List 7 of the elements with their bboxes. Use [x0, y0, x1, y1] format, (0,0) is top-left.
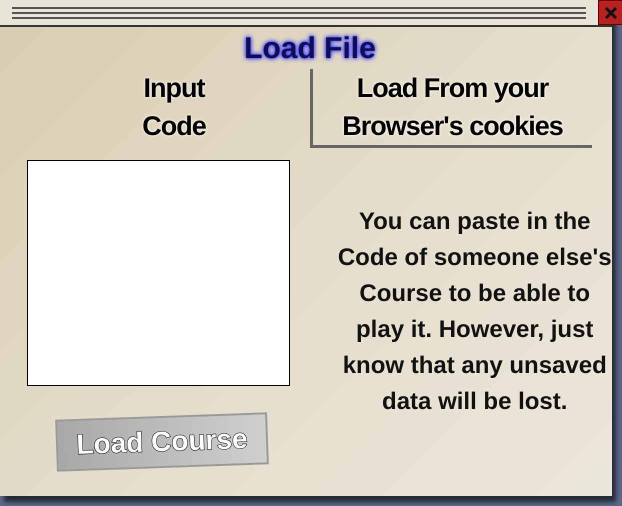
close-button[interactable] [598, 0, 622, 25]
tab[interactable]: Input Code [4, 69, 304, 145]
code-input-field[interactable] [27, 160, 290, 386]
description-text: You can paste in the Code of someone else's Course to be able to play it. However, just know that any unsaved data will be lost. [337, 207, 612, 417]
window-title: Load File [243, 31, 376, 67]
tab[interactable]: Load From your Browser's cookies [310, 69, 592, 148]
close-icon [603, 4, 619, 20]
